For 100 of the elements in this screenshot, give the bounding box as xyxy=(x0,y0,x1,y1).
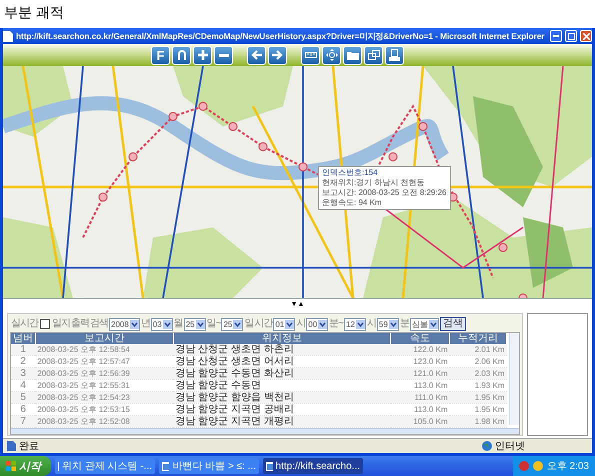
minus-icon xyxy=(218,54,228,56)
taskbar-button[interactable]: 바뻔다 바쁨 > ≤: ... xyxy=(159,458,259,474)
table-cell: 121.0 Km xyxy=(390,368,450,380)
column-header[interactable]: 누적거리 xyxy=(450,333,506,344)
globe-icon xyxy=(482,441,492,451)
taskbar-button[interactable]: 위치 관제 시스템 -... xyxy=(55,458,155,474)
table-cell: 1.98 Km xyxy=(450,416,506,428)
form-label: 검색 xyxy=(90,318,108,330)
zoom-out-button[interactable] xyxy=(214,46,233,64)
close-button[interactable] xyxy=(580,30,592,42)
caret-icon xyxy=(318,320,328,328)
dropdown[interactable]: 12 xyxy=(344,318,366,330)
form-label: 일 xyxy=(244,318,254,330)
form-label: 일~ xyxy=(206,318,220,330)
table-cell: 2008-03-25 오후 12:52:08 xyxy=(35,416,174,428)
form-label: 월 xyxy=(174,318,183,330)
column-header[interactable]: 넘버 xyxy=(11,333,36,344)
table-cell: 122.0 Km xyxy=(390,344,450,356)
form-label: 시 xyxy=(296,318,306,330)
form-label: 출력 xyxy=(71,318,89,330)
table-cell: 2.03 Km xyxy=(450,368,506,380)
dropdown[interactable]: 2008 xyxy=(109,318,140,330)
right-arrow-icon xyxy=(272,50,283,60)
table-cell: 2008-03-25 오후 12:54:23 xyxy=(35,392,174,404)
maximize-icon xyxy=(568,32,574,40)
zoom-in-button[interactable] xyxy=(193,46,212,64)
table-cell: 111.0 Km xyxy=(390,392,450,404)
table-cell: 1.95 Km xyxy=(450,392,506,404)
dropdown[interactable]: 25 xyxy=(221,318,244,330)
maximize-button[interactable] xyxy=(565,30,577,42)
dropdown[interactable]: 59 xyxy=(376,318,399,330)
dropdown[interactable]: 03 xyxy=(150,318,173,330)
table-cell: 경남 산청군 생초면 하촌리 xyxy=(173,344,391,356)
full-extent-button[interactable] xyxy=(322,46,341,64)
tooltip-text: 현재위치:경기 하남시 천현동 xyxy=(322,178,426,188)
tooltip-text: 보고시간: 2008-03-25 오전 8:29:26 xyxy=(322,188,447,198)
form-label: 시간 xyxy=(254,318,272,330)
table-cell: 5 xyxy=(11,392,36,404)
windows-logo-icon xyxy=(6,461,16,471)
table-cell: 3 xyxy=(11,368,36,380)
caret-icon xyxy=(388,320,398,328)
column-header[interactable]: 속도 xyxy=(390,333,450,344)
close-icon xyxy=(582,32,590,40)
tooltip-text: 운행속도: 94 Km xyxy=(322,198,383,208)
form-label: 분~ xyxy=(329,318,344,330)
left-arrow-icon xyxy=(251,50,262,60)
minimize-icon xyxy=(553,35,559,37)
page-icon xyxy=(7,441,16,451)
taskbar-button[interactable]: http://kift.searcho... xyxy=(263,458,363,474)
table-cell: 경남 함양군 지곡면 개평리 xyxy=(173,416,391,428)
search-button[interactable]: 검색 xyxy=(440,317,466,331)
table-cell: 1 xyxy=(11,344,36,356)
caret-icon xyxy=(196,320,205,328)
ruler-icon xyxy=(304,52,316,58)
f-button[interactable]: F xyxy=(151,46,170,64)
plus-icon xyxy=(198,50,208,60)
checkbox[interactable] xyxy=(40,319,50,329)
column-header[interactable]: 위치정보 xyxy=(173,333,391,344)
checkbox-label: 일지 xyxy=(52,318,70,330)
tooltip-title: 인덱스번호:154 xyxy=(322,168,379,178)
flag-icon xyxy=(518,461,529,471)
vertical-scrollbar[interactable] xyxy=(509,333,519,425)
folder-button[interactable] xyxy=(343,46,362,64)
window-button[interactable] xyxy=(364,46,383,64)
form-label: 실시간 xyxy=(11,318,38,330)
page-icon xyxy=(3,30,13,42)
window-title: http://kift.searchon.co.kr/General/XmlMapRes/CDemoMap/NewUserHistory.aspx?Driver=미지정&DriverNo=1 - Microsoft Internet Explorer xyxy=(16,30,546,42)
caret-icon xyxy=(285,320,294,328)
window-icon xyxy=(162,462,170,470)
dropdown[interactable]: 25 xyxy=(184,318,206,330)
caret-icon xyxy=(428,320,438,328)
status-text: 완료 xyxy=(19,440,39,453)
back-button[interactable] xyxy=(172,46,191,64)
minimize-button[interactable] xyxy=(550,30,562,42)
pan-right-button[interactable] xyxy=(268,46,287,64)
dropdown[interactable]: 01 xyxy=(273,318,296,330)
table-cell: 경남 함양군 함양읍 백천리 xyxy=(173,392,391,404)
clock: 오후 2:03 xyxy=(546,460,589,473)
printer-icon xyxy=(389,49,400,61)
shield-icon xyxy=(532,461,543,471)
form-label: 년 xyxy=(140,318,150,330)
caret-icon xyxy=(233,320,242,328)
horizontal-scrollbar[interactable] xyxy=(11,428,519,434)
page-title: 부분 괘적 xyxy=(4,4,64,20)
window-icon xyxy=(266,462,273,470)
windows-icon xyxy=(368,50,380,60)
table-cell: 7 xyxy=(11,416,36,428)
caret-icon xyxy=(356,320,365,328)
caret-icon xyxy=(130,320,139,328)
u-turn-icon xyxy=(176,50,186,60)
form-label: 분 xyxy=(400,318,409,330)
folder-icon xyxy=(346,50,358,60)
dropdown[interactable]: 00 xyxy=(306,318,328,330)
table-cell: 2.01 Km xyxy=(450,344,506,356)
column-header[interactable]: 보고시간 xyxy=(35,333,174,344)
form-label: 시 xyxy=(366,318,376,330)
measure-button[interactable] xyxy=(301,46,320,64)
pan-left-button[interactable] xyxy=(247,46,266,64)
dropdown[interactable]: 심볼 xyxy=(410,318,439,330)
print-button[interactable] xyxy=(385,46,404,64)
